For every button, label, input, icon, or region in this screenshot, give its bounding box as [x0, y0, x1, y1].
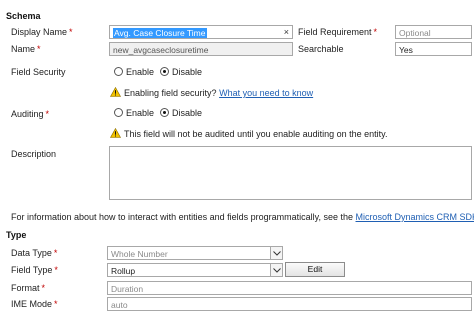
name-value: new_avgcaseclosuretime	[113, 45, 209, 55]
required-marker: *	[54, 265, 58, 275]
display-name-input[interactable]: Avg. Case Closure Time ×	[109, 25, 293, 39]
field-security-enable-label[interactable]: Enable	[126, 67, 154, 77]
sdk-info-text: For information about how to interact wi…	[11, 212, 353, 222]
format-value: Duration	[111, 284, 144, 294]
warning-icon	[110, 87, 121, 97]
field-security-note: Enabling field security? What you need t…	[124, 88, 313, 98]
field-security-label: Field Security	[11, 67, 66, 77]
auditing-enable-label[interactable]: Enable	[126, 108, 154, 118]
auditing-enable-radio[interactable]	[114, 108, 123, 117]
name-label: Name *	[11, 44, 41, 54]
field-requirement-label: Field Requirement *	[298, 27, 377, 37]
format-label: Format *	[11, 283, 45, 293]
chevron-down-icon[interactable]	[270, 247, 282, 259]
ime-mode-select[interactable]: auto	[107, 297, 472, 311]
format-select[interactable]: Duration	[107, 281, 472, 295]
auditing-disable-radio[interactable]	[160, 108, 169, 117]
warning-icon	[110, 128, 121, 138]
what-you-need-to-know-link[interactable]: What you need to know	[219, 88, 313, 98]
data-type-label-text: Data Type	[11, 248, 52, 258]
display-name-selected-text: Avg. Case Closure Time	[113, 28, 207, 38]
name-input[interactable]: new_avgcaseclosuretime	[109, 42, 293, 56]
ime-mode-label-text: IME Mode	[11, 299, 53, 309]
format-label-text: Format	[11, 283, 40, 293]
ime-mode-label: IME Mode *	[11, 299, 58, 309]
data-type-select[interactable]: Whole Number	[107, 246, 283, 260]
section-title-type: Type	[6, 230, 27, 240]
name-label-text: Name	[11, 44, 36, 54]
section-title-schema: Schema	[6, 11, 41, 21]
auditing-label-text: Auditing	[11, 109, 44, 119]
description-label: Description	[11, 149, 57, 159]
required-marker: *	[54, 299, 58, 309]
field-requirement-value: Optional	[399, 28, 431, 38]
ime-mode-value: auto	[111, 300, 128, 310]
searchable-value: Yes	[399, 45, 413, 55]
field-security-enable-radio[interactable]	[114, 67, 123, 76]
display-name-label: Display Name *	[11, 27, 73, 37]
crm-sdk-link[interactable]: Microsoft Dynamics CRM SDK	[356, 212, 474, 222]
required-marker: *	[37, 44, 41, 54]
field-security-disable-radio[interactable]	[160, 67, 169, 76]
data-type-value: Whole Number	[111, 249, 168, 259]
field-type-label-text: Field Type	[11, 265, 53, 275]
required-marker: *	[53, 248, 58, 258]
searchable-select[interactable]: Yes	[395, 42, 472, 56]
clear-icon[interactable]: ×	[284, 27, 289, 37]
field-requirement-label-text: Field Requirement	[298, 27, 372, 37]
description-textarea[interactable]	[109, 146, 472, 200]
field-type-select[interactable]: Rollup	[107, 263, 283, 277]
searchable-label: Searchable	[298, 44, 344, 54]
edit-button[interactable]: Edit	[285, 262, 345, 277]
auditing-disable-label[interactable]: Disable	[172, 108, 202, 118]
display-name-label-text: Display Name	[11, 27, 68, 37]
data-type-label: Data Type *	[11, 248, 57, 258]
field-requirement-select[interactable]: Optional	[395, 25, 472, 39]
field-security-note-text: Enabling field security?	[124, 88, 217, 98]
field-type-value: Rollup	[111, 266, 136, 276]
required-marker: *	[373, 27, 378, 37]
required-marker: *	[69, 27, 73, 37]
field-type-label: Field Type *	[11, 265, 58, 275]
auditing-label: Auditing *	[11, 109, 49, 119]
sdk-info-line: For information about how to interact wi…	[11, 212, 474, 222]
field-security-disable-label[interactable]: Disable	[172, 67, 202, 77]
chevron-down-icon[interactable]	[270, 264, 282, 276]
auditing-note: This field will not be audited until you…	[124, 129, 388, 139]
required-marker: *	[45, 109, 50, 119]
required-marker: *	[41, 283, 46, 293]
